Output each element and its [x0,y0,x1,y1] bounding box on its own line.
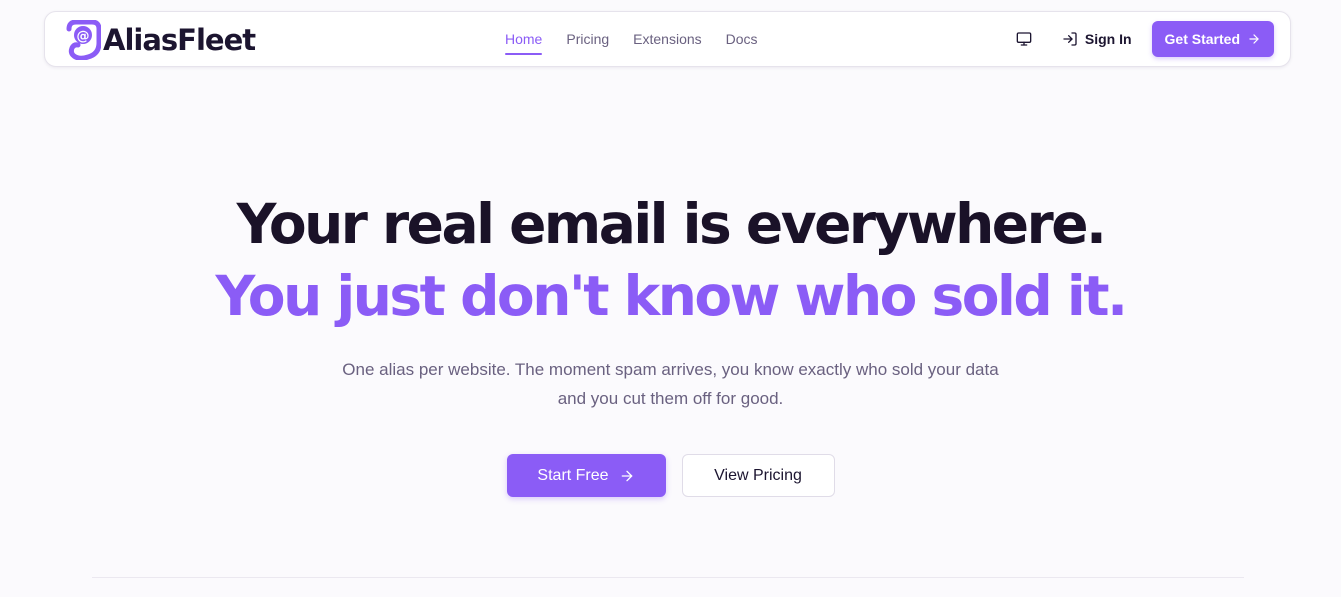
at-sign-logo-icon: @ [66,20,101,60]
arrow-right-icon [1249,34,1259,44]
nav-link-pricing[interactable]: Pricing [566,29,609,49]
svg-text:@: @ [77,29,90,44]
sign-in-label: Sign In [1084,31,1132,47]
top-navbar: @ AliasFleet Home Pricing Extensions Doc… [44,11,1291,67]
section-divider [92,577,1244,578]
view-pricing-label: View Pricing [714,466,802,484]
headline-line-1: Your real email is everywhere. [236,192,1107,256]
get-started-label: Get Started [1164,31,1240,47]
sign-in-link[interactable]: Sign In [1062,31,1132,47]
hero-subtext: One alias per website. The moment spam a… [342,360,999,408]
main-nav: Home Pricing Extensions Docs [505,12,758,66]
theme-toggle-button[interactable] [1010,25,1038,53]
start-free-button[interactable]: Start Free [506,454,666,497]
arrow-right-icon [621,470,632,481]
start-free-label: Start Free [537,466,609,484]
headline-line-2: You just don't know who sold it. [215,264,1128,328]
nav-actions: Sign In Get Started [1010,12,1274,66]
nav-link-docs[interactable]: Docs [726,29,758,49]
nav-link-home[interactable]: Home [505,29,543,55]
hero-section: Your real email is everywhere. You just … [0,188,1341,497]
log-in-icon [1063,32,1077,46]
brand-logo-link[interactable]: @ AliasFleet [65,19,256,61]
brand-name: AliasFleet [103,23,256,57]
hero-headline: Your real email is everywhere. You just … [0,188,1341,332]
cta-row: Start Free View Pricing [0,454,1341,497]
monitor-icon [1016,32,1032,46]
view-pricing-button[interactable]: View Pricing [681,454,835,497]
nav-link-extensions[interactable]: Extensions [633,29,701,49]
get-started-button[interactable]: Get Started [1151,21,1274,57]
